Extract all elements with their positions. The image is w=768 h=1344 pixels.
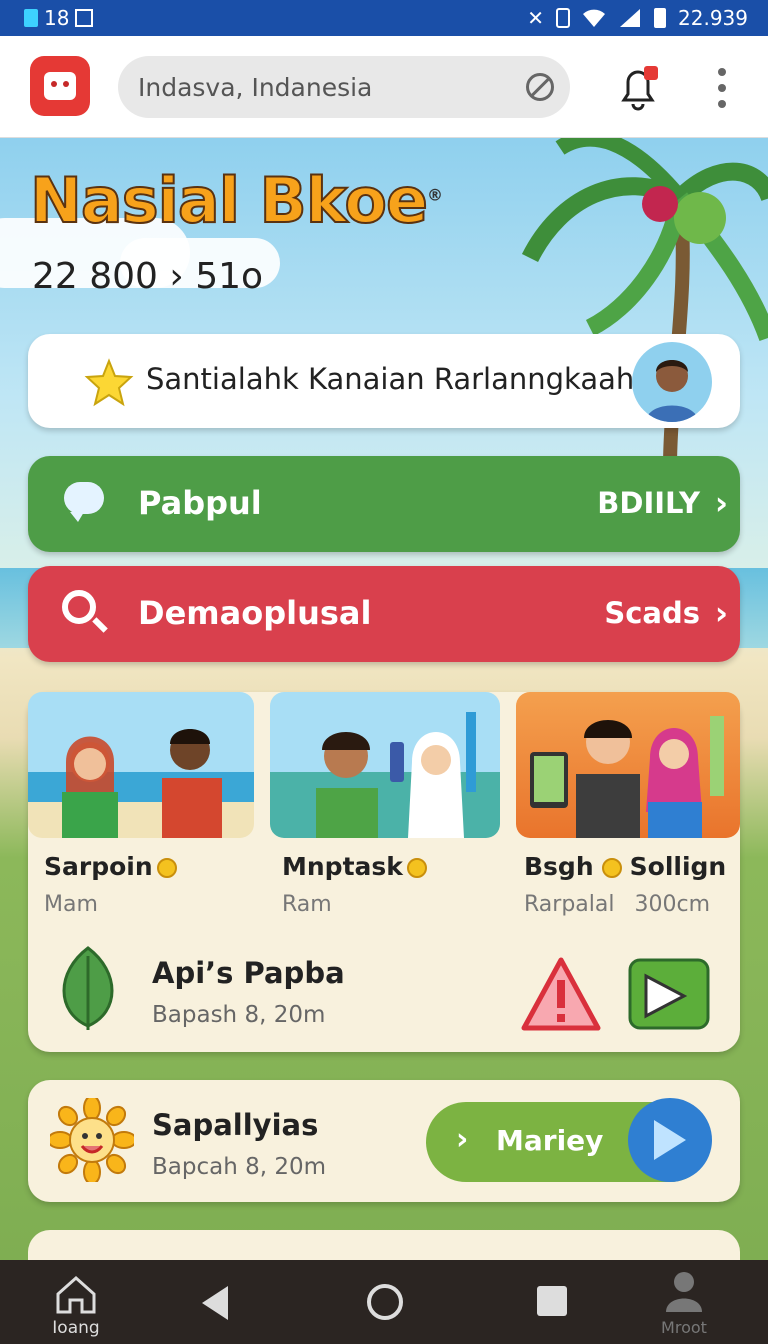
tile-image-1[interactable] — [28, 692, 254, 838]
tile-2-name: Mnptask — [282, 852, 403, 881]
mariey-label: Mariey — [496, 1124, 604, 1157]
app-logo[interactable] — [30, 56, 90, 116]
list-item[interactable]: Sapallyias Bapcah 8, 20m › Mariey — [28, 1080, 740, 1202]
recents-icon[interactable] — [537, 1286, 567, 1316]
crown-coin-icon — [156, 858, 177, 878]
app-bar — [0, 36, 768, 138]
nav-home[interactable]: Ioang — [46, 1272, 106, 1338]
warning-icon[interactable] — [520, 956, 602, 1032]
pabpul-label: Pabpul — [138, 484, 262, 522]
demaoplusal-action: Scads — [604, 596, 700, 630]
search-bar[interactable] — [118, 56, 570, 118]
status-right-text: 22.939 — [678, 6, 748, 30]
nav-profile-label: Mroot — [661, 1318, 707, 1337]
tile-3-title: Bsgh Sollign — [524, 852, 726, 881]
pabpul-button[interactable]: Pabpul BDIILY › — [28, 456, 740, 552]
notification-bell-icon[interactable] — [616, 64, 660, 112]
home-icon — [56, 1275, 96, 1314]
logo-face-icon — [44, 72, 76, 100]
vibrate-icon — [556, 8, 571, 28]
smile-coin-icon — [406, 858, 427, 878]
chevron-right-icon: › — [714, 594, 728, 632]
search-input[interactable] — [138, 68, 518, 106]
search-icon — [62, 590, 96, 624]
tile-1-title: Sarpoin — [44, 852, 177, 881]
tile-1-name: Sarpoin — [44, 852, 153, 881]
clear-search-icon[interactable] — [526, 73, 554, 101]
chat-bubble-icon — [64, 482, 104, 522]
featured-card-label: Santialahk Kanaian Rarlanngkaah — [146, 362, 635, 396]
back-icon[interactable] — [202, 1286, 228, 1320]
profile-icon — [666, 1272, 702, 1312]
play-button-icon[interactable] — [628, 1098, 712, 1182]
registered-mark: ® — [427, 185, 443, 205]
demaoplusal-label: Demaoplusal — [138, 594, 372, 632]
status-bar: 18 ✕ 22.939 — [0, 0, 768, 36]
mute-icon: ✕ — [527, 6, 545, 30]
star-icon — [84, 358, 134, 407]
tile-2-title: Mnptask — [282, 852, 427, 881]
row-2-subtitle: Bapcah 8, 20m — [152, 1154, 327, 1180]
sim-card-icon — [24, 9, 38, 27]
play-video-icon[interactable] — [628, 956, 710, 1032]
content-panel: Sarpoin Mam Mnptask Ram Bsgh Sollign Rarp… — [28, 692, 740, 1052]
brand-title-text: Nasial Bkoe — [29, 163, 429, 238]
tile-image-2[interactable] — [270, 692, 500, 838]
tile-1-sub: Mam — [44, 892, 98, 917]
leaf-icon — [62, 946, 114, 1030]
tile-3-name: Bsgh — [524, 852, 594, 881]
keypad-icon — [75, 9, 94, 27]
tile-3-sub2: 300cm — [634, 892, 711, 917]
stats-line: 22 800 › 51o — [32, 256, 264, 297]
tile-2-sub: Ram — [282, 892, 332, 917]
brand-title: Nasial Bkoe® — [29, 163, 443, 238]
chevron-right-icon: › — [456, 1122, 469, 1157]
chevron-right-icon: › — [714, 484, 728, 522]
tile-3-name2: Sollign — [629, 852, 727, 881]
coin-icon — [601, 858, 622, 878]
bottom-nav: Ioang Mroot — [0, 1260, 768, 1344]
tile-3-sub: Rarpalal 300cm — [524, 892, 710, 917]
nav-profile[interactable]: Mroot — [654, 1270, 714, 1338]
more-options-icon[interactable] — [712, 68, 732, 108]
battery-icon — [654, 8, 667, 28]
tile-image-3[interactable] — [516, 692, 740, 838]
status-time: 18 — [44, 6, 70, 30]
sunflower-icon — [50, 1098, 134, 1182]
home-circle-icon[interactable] — [367, 1284, 403, 1320]
row-1-subtitle: Bapash 8, 20m — [152, 1002, 326, 1028]
signal-icon — [620, 9, 641, 27]
pabpul-action: BDIILY — [597, 486, 700, 520]
tile-3-sub1: Rarpalal — [524, 892, 615, 917]
demaoplusal-button[interactable]: Demaoplusal Scads › — [28, 566, 740, 662]
user-avatar[interactable] — [632, 342, 712, 422]
row-2-title: Sapallyias — [152, 1108, 319, 1142]
nav-home-label: Ioang — [52, 1318, 100, 1338]
wifi-icon — [583, 9, 606, 27]
row-1-title: Api’s Papba — [152, 956, 345, 990]
